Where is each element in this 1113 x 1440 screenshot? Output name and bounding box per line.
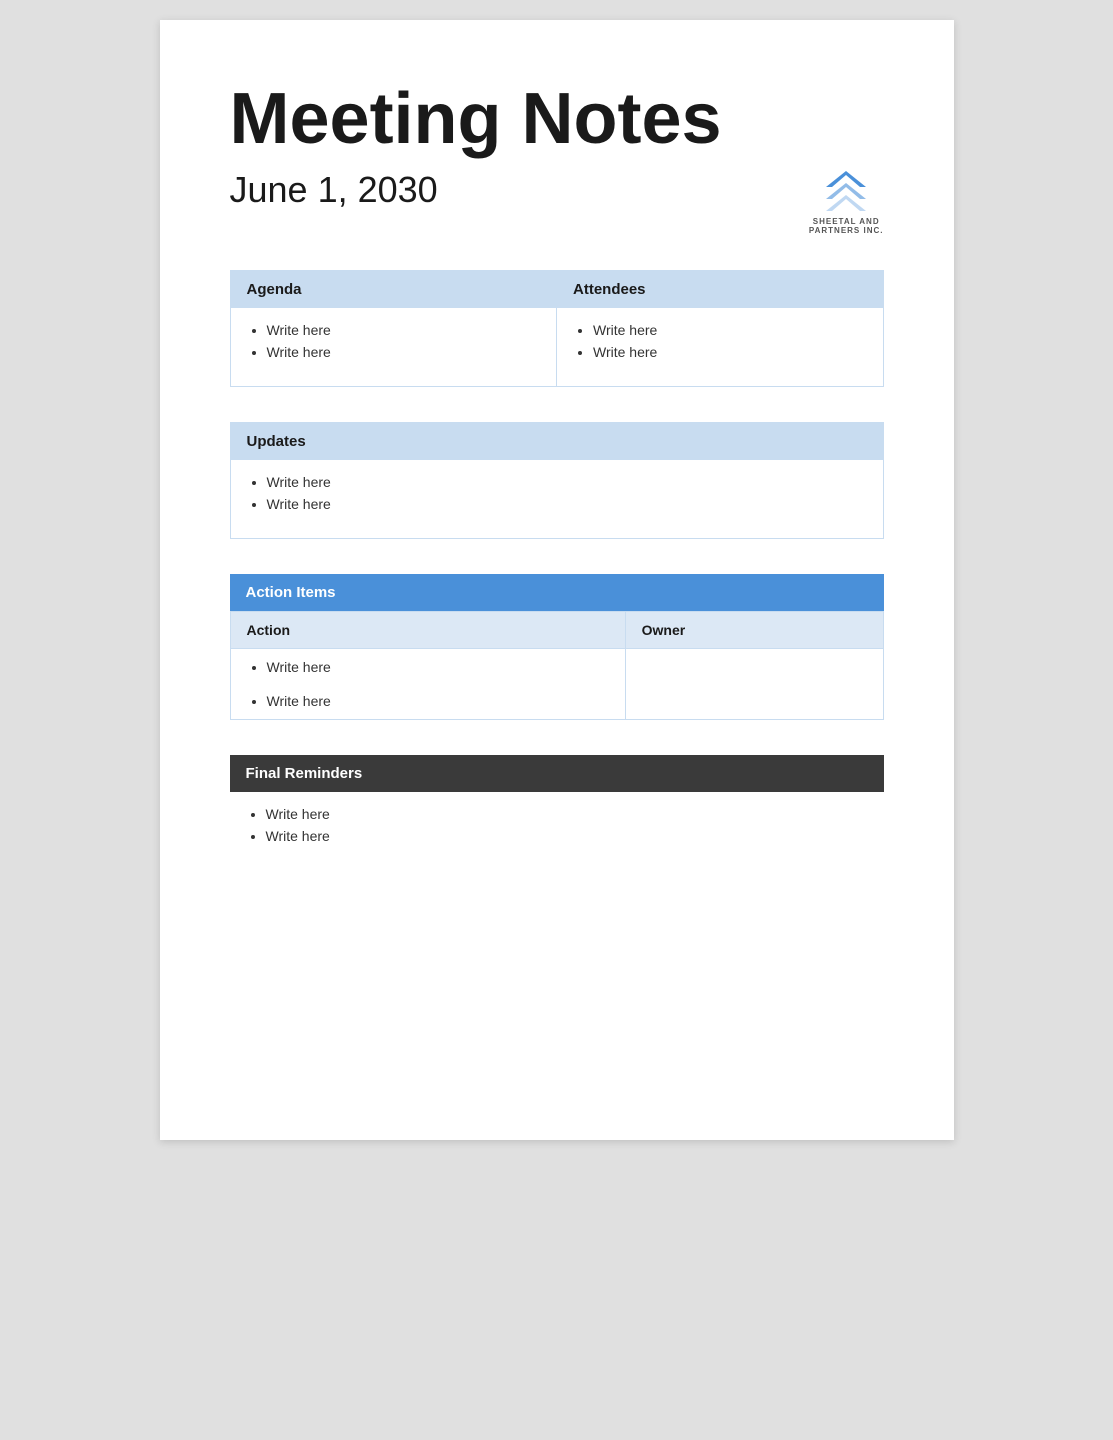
agenda-list: Write here Write here <box>247 322 541 360</box>
document-page: Meeting Notes June 1, 2030 SHEETAL ANDPA… <box>160 20 954 1140</box>
list-item: Write here <box>267 474 867 490</box>
action-cell: Write here Write here <box>230 649 625 720</box>
logo-icon <box>822 169 870 213</box>
logo-text: SHEETAL ANDPARTNERS INC. <box>809 217 884 235</box>
header-date-row: June 1, 2030 SHEETAL ANDPARTNERS INC. <box>230 169 884 235</box>
list-item: Write here <box>593 322 867 338</box>
action-items-section: Action Items Action Owner Write here Wri… <box>230 574 884 720</box>
agenda-header: Agenda <box>231 271 557 308</box>
header-title: Meeting Notes <box>230 80 884 159</box>
agenda-body: Write here Write here <box>231 308 557 386</box>
updates-header: Updates <box>231 423 883 460</box>
attendees-column: Attendees Write here Write here <box>557 271 883 386</box>
action-table-header: Action Owner <box>230 612 883 649</box>
updates-list: Write here Write here <box>247 474 867 512</box>
action-items-table: Action Owner Write here Write here <box>230 611 884 720</box>
updates-section: Updates Write here Write here <box>230 422 884 539</box>
list-item: Write here <box>267 322 541 338</box>
attendees-header: Attendees <box>557 271 883 308</box>
list-item: Write here <box>267 659 609 675</box>
list-item: Write here <box>267 344 541 360</box>
action-items-header: Action Items <box>230 574 884 611</box>
attendees-list: Write here Write here <box>573 322 867 360</box>
list-item: Write here <box>593 344 867 360</box>
list-item: Write here <box>267 496 867 512</box>
list-item: Write here <box>267 693 609 709</box>
agenda-attendees-section: Agenda Write here Write here Attendees W… <box>230 270 884 387</box>
final-reminders-body: Write here Write here <box>230 792 884 870</box>
header-date: June 1, 2030 <box>230 169 438 211</box>
action-col-header: Action <box>230 612 625 649</box>
agenda-column: Agenda Write here Write here <box>231 271 558 386</box>
owner-col-header: Owner <box>625 612 883 649</box>
attendees-body: Write here Write here <box>557 308 883 386</box>
final-reminders-header: Final Reminders <box>230 755 884 792</box>
list-item: Write here <box>266 806 868 822</box>
logo-container: SHEETAL ANDPARTNERS INC. <box>809 169 884 235</box>
final-reminders-section: Final Reminders Write here Write here <box>230 755 884 870</box>
owner-cell <box>625 649 883 720</box>
updates-body: Write here Write here <box>231 460 883 538</box>
list-item: Write here <box>266 828 868 844</box>
final-reminders-list: Write here Write here <box>246 806 868 844</box>
action-items-list: Write here Write here <box>247 659 609 709</box>
table-row: Write here Write here <box>230 649 883 720</box>
